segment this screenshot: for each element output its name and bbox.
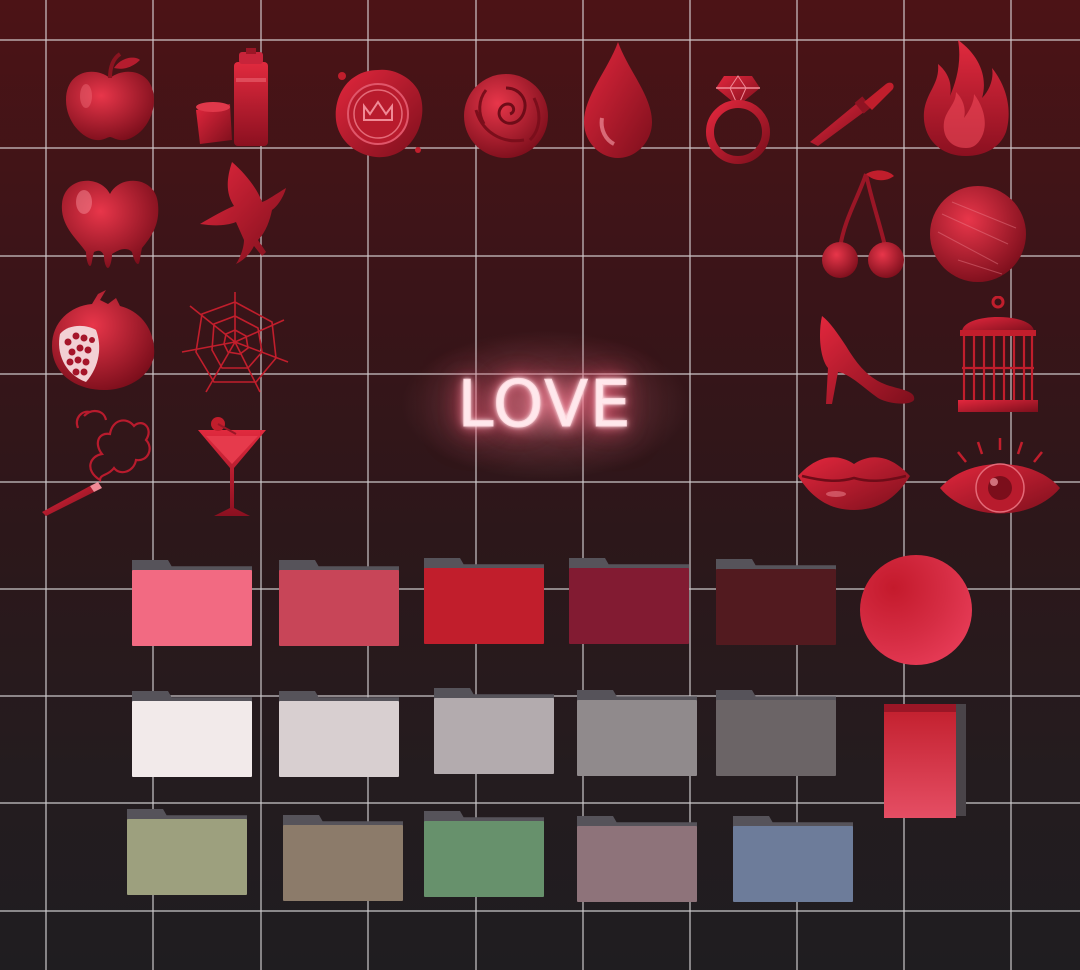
high-heel-icon <box>820 316 915 404</box>
folder-body <box>127 819 247 895</box>
knife-icon <box>810 82 894 146</box>
folder-body <box>279 570 399 646</box>
folder-body <box>424 568 544 644</box>
folder-body <box>577 826 697 902</box>
spider-web-icon <box>181 292 289 393</box>
pomegranate-icon <box>52 290 155 390</box>
folder-body <box>716 700 836 776</box>
diamond-ring-icon <box>706 75 770 164</box>
folder-body <box>577 700 697 776</box>
planet-icon <box>930 186 1026 282</box>
folder-body <box>132 701 252 777</box>
folder-body <box>434 698 554 774</box>
smoking-cigarette-icon <box>42 410 151 516</box>
melting-heart-icon <box>61 180 159 268</box>
red-sphere-icon <box>860 555 972 665</box>
folder-icon-red[interactable] <box>424 558 544 648</box>
folder-body <box>733 826 853 902</box>
folder-icon-slate-blue[interactable] <box>733 816 853 906</box>
rose-icon <box>464 74 548 158</box>
folder-icon-pink[interactable] <box>132 560 252 650</box>
folder-icon-burgundy[interactable] <box>569 558 689 648</box>
folder-icon-green[interactable] <box>424 811 544 901</box>
folder-body <box>279 701 399 777</box>
folder-body <box>569 568 689 644</box>
folder-body <box>132 570 252 646</box>
folder-icon-light-gray[interactable] <box>279 691 399 781</box>
flame-icon <box>923 40 1009 156</box>
cocktail-glass-icon <box>198 417 266 516</box>
birdcage-icon <box>958 296 1038 412</box>
folder-icon-dark-gray[interactable] <box>716 690 836 780</box>
folder-body <box>424 821 544 897</box>
cherries-icon <box>822 170 904 278</box>
folder-icon-white[interactable] <box>132 691 252 781</box>
folder-icon-silver[interactable] <box>434 688 554 778</box>
eye-icon <box>940 438 1060 514</box>
folder-icon-sage[interactable] <box>127 809 247 899</box>
folder-icon-maroon[interactable] <box>716 559 836 649</box>
folder-icon-gray[interactable] <box>577 690 697 780</box>
folder-body <box>283 825 403 901</box>
love-neon-sign: LOVE <box>400 330 690 480</box>
blood-drop-icon <box>584 42 652 158</box>
folder-icon-rose[interactable] <box>279 560 399 650</box>
apple-icon <box>66 52 154 141</box>
folder-icon-mauve[interactable] <box>577 816 697 906</box>
love-neon-text: LOVE <box>457 368 633 443</box>
red-book-icon <box>884 704 966 818</box>
folder-icon-taupe[interactable] <box>283 815 403 905</box>
bird-icon <box>200 162 286 264</box>
lips-icon <box>798 457 910 510</box>
wax-seal-icon <box>335 69 423 158</box>
folder-body <box>716 569 836 645</box>
spray-can-icon <box>196 48 268 146</box>
